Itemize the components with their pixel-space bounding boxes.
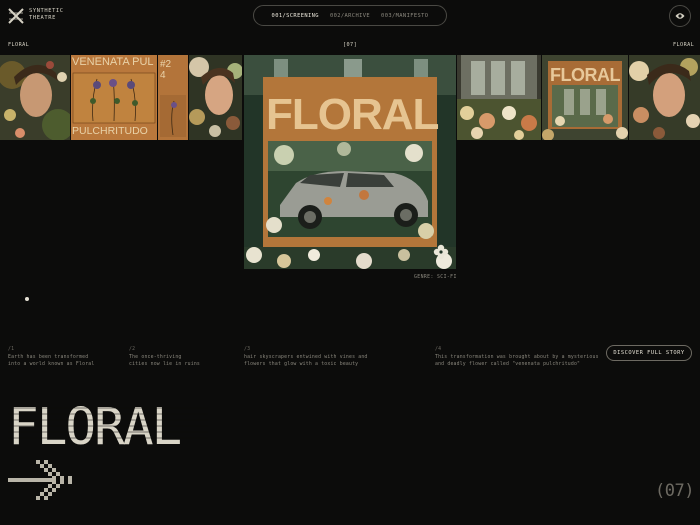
strip-tile-ruins[interactable] [457,55,541,140]
featured-poster[interactable]: FLORAL [244,55,456,269]
main-nav: 001/SCREENING 002/ARCHIVE 003/MANIFESTO [253,5,447,26]
big-title-graphic: FLORAL [8,398,208,457]
progress-dot[interactable] [25,297,29,301]
story-line: hair skyscrapers entwined with vines and [244,354,368,360]
genre-label: GENRE: SCI-FI [414,275,457,280]
pixel-arrow-icon[interactable] [8,460,80,504]
story-number: /3 [244,347,251,352]
strip-tile-poster[interactable]: VENENATA PUL PULCHRITUDO [71,55,157,140]
portrait-image [629,55,700,140]
tab-manifesto[interactable]: 003/MANIFESTO [379,10,430,22]
strip-tile-portrait-1[interactable] [0,55,70,140]
strip-label-right: FLORAL [673,42,695,48]
strip-index-label: [07] [343,42,358,48]
eye-icon [675,13,685,19]
story-number: /1 [8,347,15,352]
big-title: FLORAL [8,398,208,457]
poster-side-text: #24 [160,59,172,81]
tab-archive[interactable]: 002/ARCHIVE [328,10,372,22]
portrait-image [0,55,70,140]
strip-tile-portrait-3[interactable] [629,55,700,140]
arrow-right-icon [8,460,72,500]
story-line: cities now lie in ruins [129,362,201,367]
brand-line-2: THEATRE [29,15,56,21]
story-number: /4 [435,347,442,352]
tab-screening[interactable]: 001/SCREENING [270,10,321,22]
story-line: and deadly flower called "venenata pulch… [435,362,581,367]
story-number: /2 [129,347,136,352]
strip-tile-mini-poster[interactable]: FLORAL [542,55,628,140]
featured-poster-title: FLORAL [266,90,439,139]
strip-label-left: FLORAL [8,42,30,48]
story-line: into a world known as Floral [8,362,95,367]
discover-full-story-button[interactable]: DISCOVER FULL STORY [606,345,692,361]
story-line: flowers that glow with a toxic beauty [244,362,359,367]
mini-poster-title: FLORAL [550,65,620,85]
x-grid-logo-icon [8,8,24,24]
portrait-image [189,55,242,140]
story-line: The once-thriving [129,354,182,360]
story-line: Earth has been transformed [8,354,89,360]
story-item-3: /3 hair skyscrapers entwined with vines … [244,346,368,369]
story-line: This transformation was brought about by… [435,354,599,360]
story-item-2: /2 The once-thriving cities now lie in r… [129,346,200,369]
story-item-1: /1 Earth has been transformed into a wor… [8,346,94,369]
brand-name: SYNTHETIC THEATRE [29,8,73,22]
brand-logo[interactable]: SYNTHETIC THEATRE [8,8,73,24]
poster-top-text: VENENATA PUL [72,56,154,68]
featured-poster-image [244,55,456,269]
overgrown-building-image [457,55,541,140]
poster-bottom-text: PULCHRITUDO [72,125,148,137]
brand-line-1: SYNTHETIC [29,8,64,14]
strip-tile-portrait-2[interactable] [189,55,242,140]
visibility-toggle-button[interactable] [669,5,691,27]
now-screening-marquee: NOW SCREENING✱NOW SCREENING✱NOW SCREENIN… [0,515,700,525]
screening-counter: (07) [655,481,694,501]
strip-tile-poster-side[interactable]: #24 [158,55,188,140]
story-item-4: /4 This transformation was brought about… [435,346,599,369]
